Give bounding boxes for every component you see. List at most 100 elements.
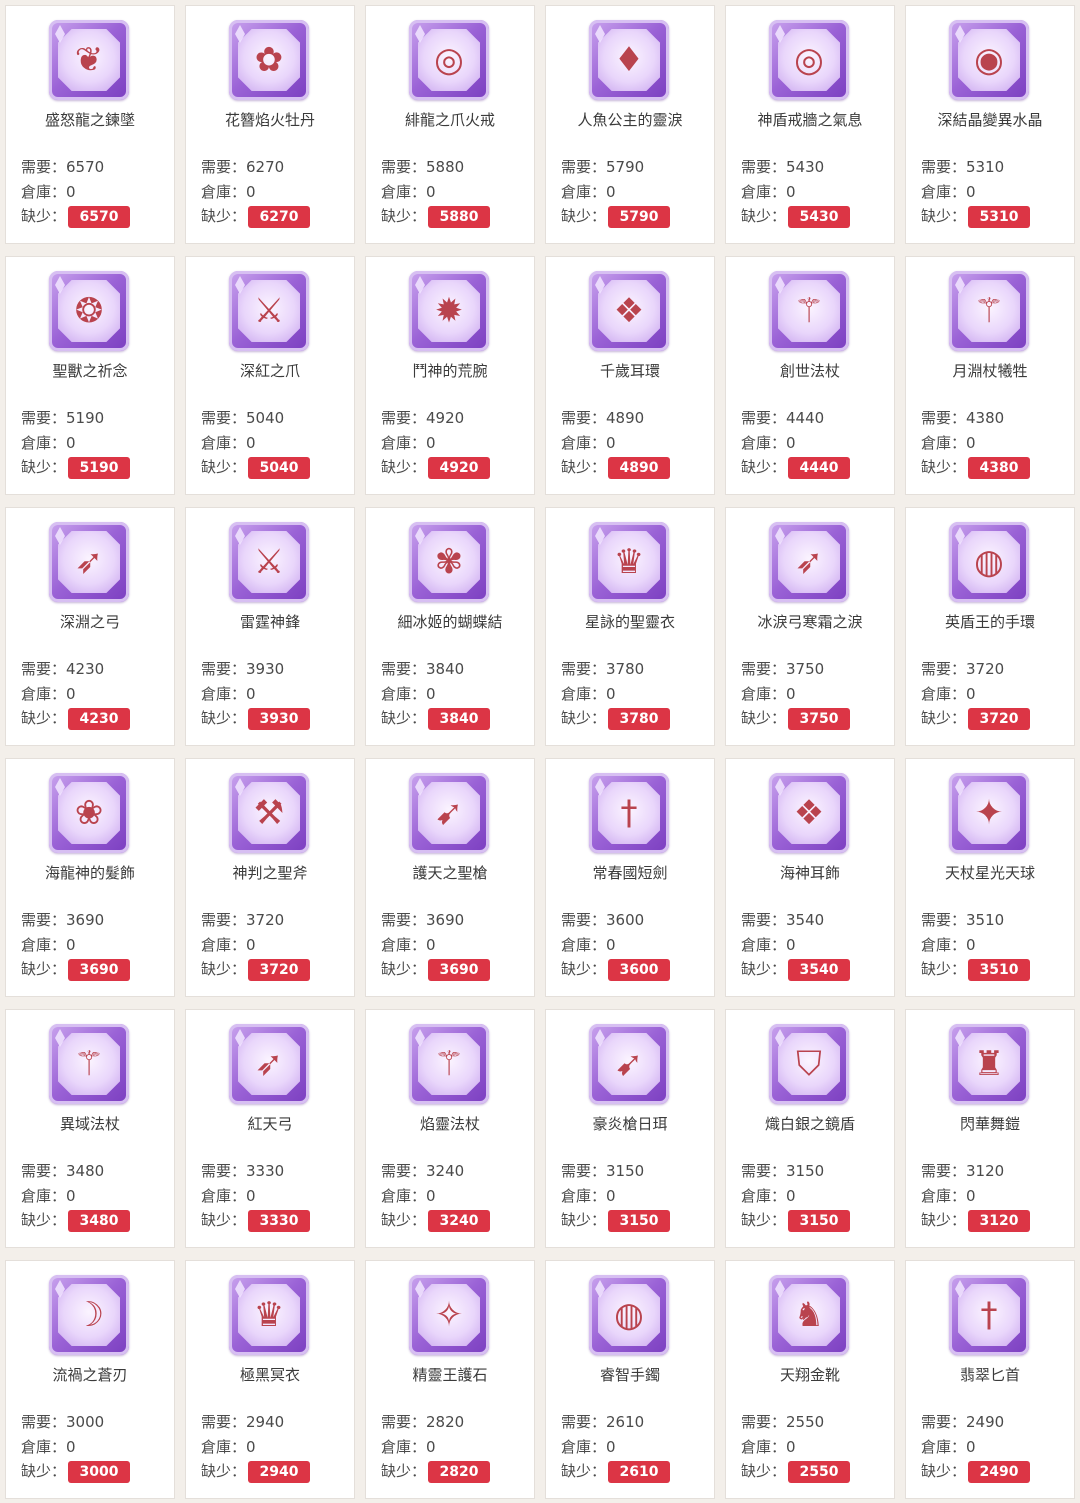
item-card[interactable]: ⚔ 雷霆神鋒 需要：3930 倉庫：0 缺少： 3930 — [185, 507, 355, 746]
item-card[interactable]: ☽ 流禍之蒼刃 需要：3000 倉庫：0 缺少： 3000 — [5, 1260, 175, 1499]
stock-row: 倉庫：0 — [201, 683, 256, 704]
stock-value: 0 — [966, 1187, 976, 1205]
need-value: 3720 — [966, 660, 1005, 678]
item-name: 天翔金靴 — [779, 1366, 840, 1384]
item-card[interactable]: ➶ 紅天弓 需要：3330 倉庫：0 缺少： 3330 — [185, 1009, 355, 1248]
lack-row: 缺少： 4920 — [381, 456, 491, 479]
item-card[interactable]: ◎ 神盾戒牆之氣息 需要：5430 倉庫：0 缺少： 5430 — [725, 5, 895, 244]
need-label: 需要： — [21, 911, 67, 929]
item-card[interactable]: ❂ 聖獸之祈念 需要：5190 倉庫：0 缺少： 5190 — [5, 256, 175, 495]
item-name: 神盾戒牆之氣息 — [757, 111, 863, 129]
need-value: 4380 — [966, 409, 1005, 427]
item-card[interactable]: ➹ 護天之聖槍 需要：3690 倉庫：0 缺少： 3690 — [365, 758, 535, 997]
stock-label: 倉庫： — [201, 936, 247, 954]
item-card[interactable]: ❦ 盛怒龍之鍊墜 需要：6570 倉庫：0 缺少： 6570 — [5, 5, 175, 244]
spear-icon: ➹ — [434, 793, 464, 833]
stock-value: 0 — [966, 183, 976, 201]
lack-badge: 2490 — [968, 1460, 1031, 1483]
item-card[interactable]: ⚒ 神判之聖斧 需要：3720 倉庫：0 缺少： 3720 — [185, 758, 355, 997]
stock-row: 倉庫：0 — [381, 432, 436, 453]
item-card[interactable]: ✾ 細冰姬的蝴蝶結 需要：3840 倉庫：0 缺少： 3840 — [365, 507, 535, 746]
hairpin-icon: ✿ — [254, 40, 284, 80]
item-card[interactable]: ❀ 海龍神的髮飾 需要：3690 倉庫：0 缺少： 3690 — [5, 758, 175, 997]
item-name: 英盾王的手環 — [944, 613, 1035, 631]
need-row: 需要：3720 — [921, 658, 1004, 679]
lack-badge: 3600 — [608, 958, 671, 981]
item-card[interactable]: ♛ 極黑冥衣 需要：2940 倉庫：0 缺少： 2940 — [185, 1260, 355, 1499]
teardrop-icon: ♦ — [613, 40, 645, 80]
item-card[interactable]: † 翡翠匕首 需要：2490 倉庫：0 缺少： 2490 — [905, 1260, 1075, 1499]
stock-value: 0 — [966, 936, 976, 954]
item-card[interactable]: ♞ 天翔金靴 需要：2550 倉庫：0 缺少： 2550 — [725, 1260, 895, 1499]
item-card[interactable]: † 常春國短劍 需要：3600 倉庫：0 缺少： 3600 — [545, 758, 715, 997]
item-card[interactable]: ✦ 天杖星光天球 需要：3510 倉庫：0 缺少： 3510 — [905, 758, 1075, 997]
item-card[interactable]: ➶ 深淵之弓 需要：4230 倉庫：0 缺少： 4230 — [5, 507, 175, 746]
spear-icon: ➹ — [409, 773, 489, 853]
item-card[interactable]: ♦ 人魚公主的靈淚 需要：5790 倉庫：0 缺少： 5790 — [545, 5, 715, 244]
item-card[interactable]: ✧ 精靈王護石 需要：2820 倉庫：0 缺少： 2820 — [365, 1260, 535, 1499]
item-card[interactable]: ⛉ 熾白銀之鏡盾 需要：3150 倉庫：0 缺少： 3150 — [725, 1009, 895, 1248]
need-label: 需要： — [21, 1413, 67, 1431]
spear-icon: ➹ — [589, 1024, 669, 1104]
stock-label: 倉庫： — [21, 183, 67, 201]
stock-label: 倉庫： — [21, 1438, 67, 1456]
item-card[interactable]: ⚚ 創世法杖 需要：4440 倉庫：0 缺少： 4440 — [725, 256, 895, 495]
lack-label: 缺少： — [561, 207, 607, 225]
need-value: 2610 — [606, 1413, 645, 1431]
item-card[interactable]: ♛ 星詠的聖靈衣 需要：3780 倉庫：0 缺少： 3780 — [545, 507, 715, 746]
item-card[interactable]: ✹ 鬥神的荒腕 需要：4920 倉庫：0 缺少： 4920 — [365, 256, 535, 495]
stock-row: 倉庫：0 — [921, 1436, 976, 1457]
item-name: 月淵杖犧牲 — [952, 362, 1028, 380]
item-card[interactable]: ❖ 千歲耳環 需要：4890 倉庫：0 缺少： 4890 — [545, 256, 715, 495]
axe-icon: ⚒ — [253, 793, 285, 833]
blade-icon: ☽ — [49, 1275, 129, 1355]
need-row: 需要：3540 — [741, 909, 824, 930]
stock-value: 0 — [786, 1438, 796, 1456]
stock-value: 0 — [66, 936, 76, 954]
lack-label: 缺少： — [381, 207, 427, 225]
lack-label: 缺少： — [21, 1462, 67, 1480]
item-card[interactable]: ◍ 英盾王的手環 需要：3720 倉庫：0 缺少： 3720 — [905, 507, 1075, 746]
need-value: 2490 — [966, 1413, 1005, 1431]
item-name: 常春國短劍 — [592, 864, 668, 882]
bow-icon: ➶ — [794, 542, 824, 582]
need-value: 3600 — [606, 911, 645, 929]
need-label: 需要： — [741, 660, 787, 678]
stock-value: 0 — [66, 434, 76, 452]
stock-label: 倉庫： — [201, 434, 247, 452]
lack-row: 缺少： 4440 — [741, 456, 851, 479]
item-name: 豪炎槍日珥 — [592, 1115, 668, 1133]
lack-label: 缺少： — [561, 960, 607, 978]
item-card[interactable]: ⚚ 焰靈法杖 需要：3240 倉庫：0 缺少： 3240 — [365, 1009, 535, 1248]
item-card[interactable]: ❖ 海神耳飾 需要：3540 倉庫：0 缺少： 3540 — [725, 758, 895, 997]
bow-icon: ➶ — [74, 542, 104, 582]
item-card[interactable]: ⚚ 異域法杖 需要：3480 倉庫：0 缺少： 3480 — [5, 1009, 175, 1248]
item-card[interactable]: ✿ 花簪焰火牡丹 需要：6270 倉庫：0 缺少： 6270 — [185, 5, 355, 244]
spear-icon: ➹ — [614, 1044, 644, 1084]
item-card[interactable]: ◍ 睿智手鐲 需要：2610 倉庫：0 缺少： 2610 — [545, 1260, 715, 1499]
need-label: 需要： — [201, 158, 247, 176]
item-card[interactable]: ⚚ 月淵杖犧牲 需要：4380 倉庫：0 缺少： 4380 — [905, 256, 1075, 495]
lack-label: 缺少： — [561, 1211, 607, 1229]
lack-label: 缺少： — [381, 960, 427, 978]
item-card[interactable]: ➶ 冰淚弓寒霜之淚 需要：3750 倉庫：0 缺少： 3750 — [725, 507, 895, 746]
need-label: 需要： — [381, 409, 427, 427]
blade-icon: ☽ — [73, 1295, 105, 1335]
need-row: 需要：2490 — [921, 1411, 1004, 1432]
staff-icon: ⚚ — [973, 291, 1005, 331]
item-card[interactable]: ➹ 豪炎槍日珥 需要：3150 倉庫：0 缺少： 3150 — [545, 1009, 715, 1248]
stock-value: 0 — [966, 1438, 976, 1456]
need-value: 3540 — [786, 911, 825, 929]
need-label: 需要： — [921, 1162, 967, 1180]
item-card[interactable]: ◎ 緋龍之爪火戒 需要：5880 倉庫：0 缺少： 5880 — [365, 5, 535, 244]
stock-value: 0 — [606, 1438, 616, 1456]
stock-value: 0 — [246, 1187, 256, 1205]
stock-value: 0 — [246, 685, 256, 703]
stock-label: 倉庫： — [921, 1438, 967, 1456]
item-card[interactable]: ⚔ 深紅之爪 需要：5040 倉庫：0 缺少： 5040 — [185, 256, 355, 495]
lack-label: 缺少： — [921, 1462, 967, 1480]
lack-label: 缺少： — [561, 709, 607, 727]
item-card[interactable]: ♜ 閃華舞鎧 需要：3120 倉庫：0 缺少： 3120 — [905, 1009, 1075, 1248]
need-row: 需要：2820 — [381, 1411, 464, 1432]
item-card[interactable]: ◉ 深結晶變異水晶 需要：5310 倉庫：0 缺少： 5310 — [905, 5, 1075, 244]
